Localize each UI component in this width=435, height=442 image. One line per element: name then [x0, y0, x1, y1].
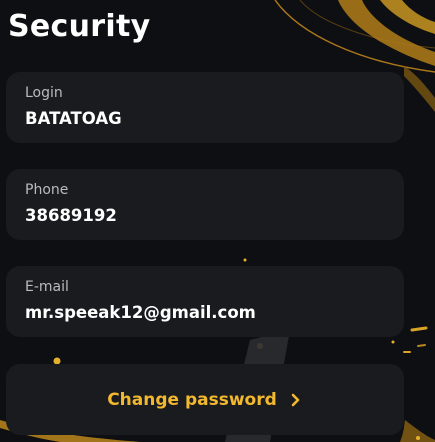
login-value: BATATOAG [25, 109, 122, 128]
email-label: E-mail [25, 279, 69, 295]
login-field: Login BATATOAG [6, 72, 404, 143]
phone-value: 38689192 [25, 206, 117, 225]
email-value: mr.speeak12@gmail.com [25, 303, 256, 322]
change-password-button[interactable]: Change password [6, 364, 404, 435]
email-field: E-mail mr.speeak12@gmail.com [6, 266, 404, 337]
phone-field: Phone 38689192 [6, 169, 404, 240]
security-page: Security Login BATATOAG Phone 38689192 E… [0, 0, 435, 442]
change-password-label: Change password [107, 389, 277, 410]
phone-label: Phone [25, 182, 69, 198]
chevron-right-icon [291, 393, 300, 406]
page-title: Security [8, 9, 151, 44]
login-label: Login [25, 85, 63, 101]
